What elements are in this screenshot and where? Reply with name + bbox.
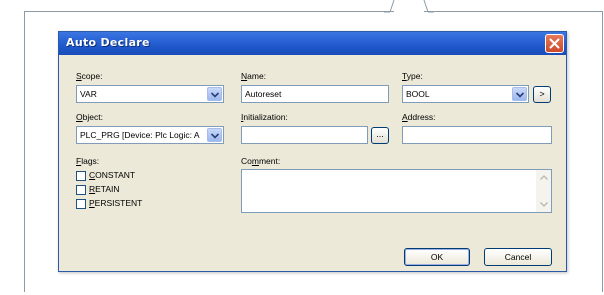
- comment-label: Comment:: [241, 156, 281, 166]
- scroll-up-icon[interactable]: [540, 175, 548, 180]
- persistent-checkbox-label[interactable]: PERSISTENT: [89, 198, 142, 208]
- title-bar[interactable]: Auto Declare: [59, 32, 566, 55]
- scroll-down-icon[interactable]: [540, 202, 548, 207]
- persistent-checkbox[interactable]: [76, 199, 86, 209]
- name-label: Name:: [241, 71, 267, 81]
- address-field[interactable]: [402, 126, 552, 144]
- scope-label: Scope:: [76, 71, 103, 81]
- type-browse-button[interactable]: >: [533, 86, 551, 103]
- constant-checkbox[interactable]: [76, 171, 86, 181]
- comment-textarea[interactable]: [241, 169, 552, 213]
- initialization-label: Initialization:: [241, 112, 288, 122]
- initialization-field[interactable]: [241, 126, 368, 144]
- chevron-down-icon: [211, 92, 219, 98]
- comment-scrollbar[interactable]: [536, 170, 551, 212]
- scope-dropdown[interactable]: VAR: [76, 85, 224, 103]
- type-label: Type:: [402, 71, 423, 81]
- flags-label: Flags:: [76, 156, 100, 166]
- chevron-down-icon: [516, 92, 524, 98]
- type-value: BOOL: [406, 89, 430, 99]
- chevron-down-icon: [211, 133, 219, 139]
- cancel-button[interactable]: Cancel: [484, 248, 552, 266]
- close-icon: [549, 38, 560, 49]
- scope-dropdown-arrow[interactable]: [207, 87, 222, 101]
- object-dropdown-arrow[interactable]: [207, 128, 222, 142]
- object-value: PLC_PRG [Device: Plc Logic: A: [80, 130, 200, 140]
- ok-button[interactable]: OK: [404, 248, 470, 266]
- type-dropdown-arrow[interactable]: [512, 87, 527, 101]
- scope-value: VAR: [80, 89, 97, 99]
- type-dropdown[interactable]: BOOL: [402, 85, 529, 103]
- close-button[interactable]: [545, 34, 564, 53]
- dialog-title: Auto Declare: [66, 36, 150, 49]
- address-label: Address:: [402, 112, 436, 122]
- object-label: Object:: [76, 112, 103, 122]
- auto-declare-dialog: Auto Declare Scope: VAR Name: Autoreset …: [58, 31, 567, 272]
- object-dropdown[interactable]: PLC_PRG [Device: Plc Logic: A: [76, 126, 224, 144]
- retain-checkbox-label[interactable]: RETAIN: [89, 184, 120, 194]
- constant-checkbox-label[interactable]: CONSTANT: [89, 170, 135, 180]
- callout-notch: [384, 0, 434, 13]
- retain-checkbox[interactable]: [76, 185, 86, 195]
- name-value: Autoreset: [245, 89, 282, 99]
- initialization-browse-button[interactable]: ...: [371, 127, 389, 144]
- name-field[interactable]: Autoreset: [241, 85, 389, 103]
